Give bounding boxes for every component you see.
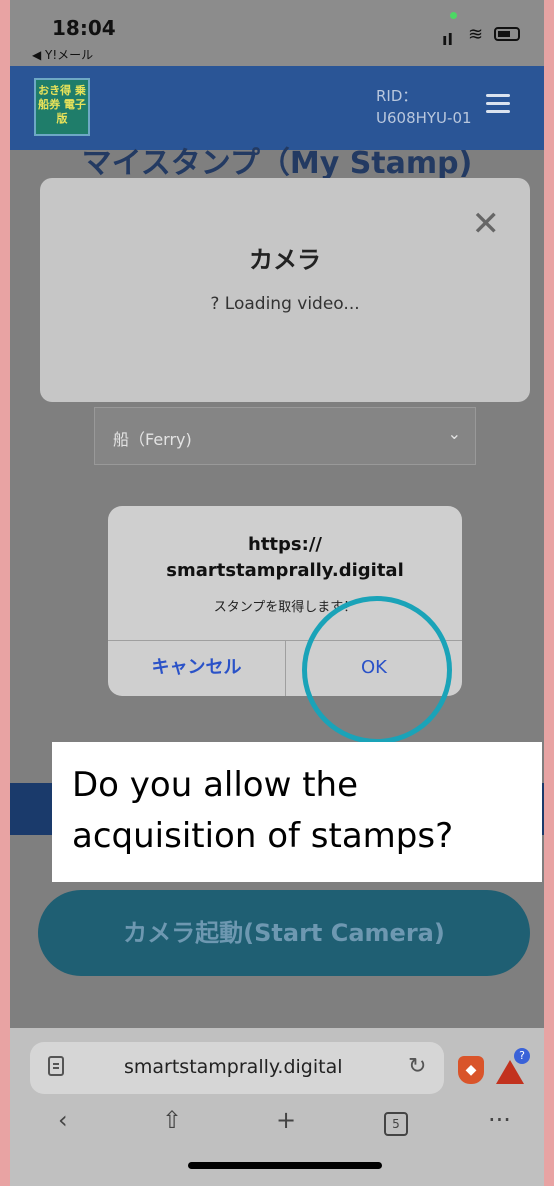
annotation-callout: Do you allow the acquisition of stamps?	[52, 742, 542, 882]
signal-icon: ıl	[442, 30, 453, 49]
wifi-icon: ≋	[468, 24, 484, 45]
back-to-app-link[interactable]: ◀ Y!メール	[32, 46, 93, 63]
camera-indicator-dot	[450, 12, 457, 19]
page-title: マイスタンプ（My Stamp)	[81, 146, 473, 181]
transport-select[interactable]: 船（Ferry) ⌄	[94, 407, 476, 465]
phone-screen: 18:04 ◀ Y!メール ıl ≋ おき得 乗船券 電子版 RID： U608…	[10, 0, 544, 1186]
more-icon[interactable]: ···	[488, 1106, 511, 1134]
select-value: 船（Ferry)	[113, 430, 192, 449]
dialog-url-line2: smartstamprally.digital	[166, 560, 404, 582]
hamburger-menu-icon[interactable]	[486, 94, 510, 114]
rewards-badge: ?	[514, 1048, 530, 1064]
rid-value: U608HYU-01	[376, 108, 472, 127]
reload-icon[interactable]: ↻	[408, 1054, 426, 1079]
tabs-count-icon[interactable]: 5	[384, 1112, 408, 1136]
annotation-line2: acquisition of stamps?	[72, 816, 454, 856]
rid-display: RID： U608HYU-01	[376, 86, 472, 130]
close-icon[interactable]: ✕	[472, 204, 501, 244]
start-camera-button[interactable]: カメラ起動(Start Camera)	[38, 890, 530, 976]
modal-title: カメラ	[249, 246, 321, 274]
chevron-down-icon: ⌄	[447, 424, 461, 443]
video-status: ? Loading video...	[210, 294, 360, 314]
reader-mode-icon[interactable]	[48, 1056, 64, 1076]
address-bar[interactable]: smartstamprally.digital ↻	[30, 1042, 444, 1094]
app-logo[interactable]: おき得 乗船券 電子版	[34, 78, 90, 136]
share-icon[interactable]: ⇧	[162, 1106, 182, 1134]
back-chevron-icon[interactable]: ‹	[58, 1106, 68, 1134]
home-indicator[interactable]	[188, 1162, 382, 1169]
ok-highlight-circle	[302, 596, 452, 744]
new-tab-icon[interactable]: +	[276, 1106, 296, 1134]
brave-shield-icon[interactable]: ◆	[458, 1056, 484, 1084]
status-time: 18:04	[52, 16, 116, 40]
annotation-line1: Do you allow the	[72, 765, 359, 805]
annotation-text: Do you allow the acquisition of stamps?	[72, 760, 453, 862]
camera-modal: ✕ カメラ ? Loading video...	[40, 178, 530, 402]
dialog-origin: https:// smartstamprally.digital	[108, 532, 462, 584]
browser-nav: ‹ ⇧ + 5 ···	[10, 1106, 544, 1146]
url-text: smartstamprally.digital	[124, 1056, 343, 1078]
rid-label: RID：	[376, 87, 418, 105]
battery-icon	[494, 27, 520, 41]
status-bar: 18:04 ◀ Y!メール ıl ≋	[10, 0, 544, 66]
cancel-button[interactable]: キャンセル	[108, 640, 285, 696]
dialog-url-line1: https://	[248, 534, 322, 555]
